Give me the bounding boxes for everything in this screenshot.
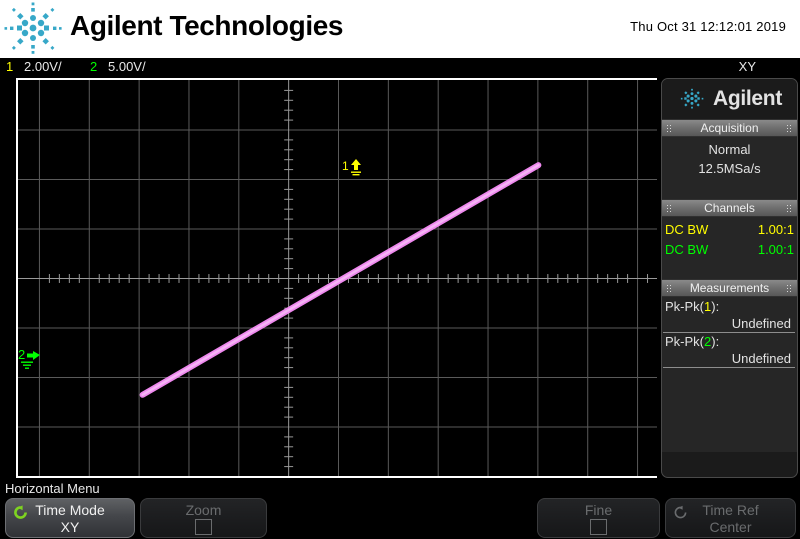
measurements-title: Measurements	[689, 281, 770, 295]
acquisition-title: Acquisition	[700, 121, 759, 135]
channel-row: DC BW 1.00:1	[662, 240, 797, 260]
channels-body: DC BW 1.00:1 DC BW 1.00:1	[662, 217, 797, 279]
grip-dots-icon	[667, 125, 672, 133]
meas-1-prefix: Pk-Pk(	[665, 299, 704, 314]
acquisition-sample-rate: 12.5MSa/s	[698, 161, 761, 176]
grip-dots-icon	[667, 205, 672, 213]
channel-1-number[interactable]: 1	[6, 59, 13, 74]
marker-1-label: 1	[342, 159, 349, 173]
softkey-time-mode-label: Time Mode	[35, 502, 105, 518]
measurement-label: Pk-Pk(1):	[662, 298, 797, 315]
softkey-time-ref[interactable]: Time Ref Center	[665, 498, 796, 538]
channels-section-header[interactable]: Channels	[662, 199, 797, 217]
channel-2-scale[interactable]: 5.00V/	[108, 59, 146, 74]
graticule: 1 2	[16, 78, 657, 478]
channel-2-number[interactable]: 2	[90, 59, 97, 74]
measurement-label: Pk-Pk(2):	[662, 333, 797, 350]
meas-2-prefix: Pk-Pk(	[665, 334, 704, 349]
channel-2-coupling: DC BW	[665, 242, 709, 257]
grid-and-trace	[18, 80, 657, 476]
channels-title: Channels	[704, 201, 755, 215]
status-sidebar: Agilent Acquisition Normal 12.5MSa/s Cha…	[661, 78, 798, 478]
softkey-time-mode[interactable]: Time Mode XY	[5, 498, 135, 538]
measurements-body: Pk-Pk(1): Undefined Pk-Pk(2): Undefined	[662, 297, 797, 452]
acquisition-section-header[interactable]: Acquisition	[662, 119, 797, 137]
channel-status-bar: 1 2.00V/ 2 5.00V/ XY	[0, 58, 800, 76]
xy-mode-indicator: XY	[738, 59, 756, 74]
agilent-starburst-icon	[2, 2, 64, 56]
waveform-display[interactable]: 1 2	[0, 76, 660, 480]
channel-1-ground-marker[interactable]: 1	[342, 158, 370, 180]
meas-2-suffix: ):	[711, 334, 720, 349]
softkey-time-ref-value: Center	[709, 519, 752, 535]
channel-row: DC BW 1.00:1	[662, 220, 797, 240]
menu-title: Horizontal Menu	[5, 481, 100, 496]
brand-title: Agilent Technologies	[70, 10, 344, 41]
datetime-display: Thu Oct 31 12:12:01 2019	[630, 19, 786, 34]
xy-trace-core	[141, 163, 540, 397]
softkey-bar: Time Mode XY Zoom Fine Time Ref Center	[0, 498, 800, 539]
grip-dots-icon	[787, 285, 792, 293]
sidebar-brand: Agilent	[662, 79, 797, 119]
channel-1-probe: 1.00:1	[757, 222, 794, 237]
grip-dots-icon	[667, 285, 672, 293]
softkey-fine-label: Fine	[584, 502, 613, 518]
marker-2-label: 2	[18, 347, 25, 362]
channel-1-scale[interactable]: 2.00V/	[24, 59, 62, 74]
sidebar-brand-text: Agilent	[712, 87, 783, 110]
grip-dots-icon	[787, 205, 792, 213]
measurement-value: Undefined	[663, 315, 795, 333]
softkey-zoom-label: Zoom	[185, 502, 222, 518]
channel-2-probe: 1.00:1	[757, 242, 794, 257]
channel-1-coupling: DC BW	[665, 222, 709, 237]
acquisition-body: Normal 12.5MSa/s	[662, 137, 797, 199]
softkey-fine[interactable]: Fine	[537, 498, 660, 538]
softkey-time-ref-label: Time Ref	[702, 502, 759, 518]
measurement-value: Undefined	[663, 350, 795, 368]
app-header: Agilent Technologies Thu Oct 31 12:12:01…	[0, 0, 800, 58]
acquisition-mode: Normal	[708, 142, 751, 157]
channel-2-ground-marker[interactable]: 2	[18, 346, 42, 374]
meas-1-suffix: ):	[711, 299, 720, 314]
agilent-starburst-icon	[680, 88, 704, 109]
softkey-time-mode-value: XY	[60, 519, 80, 535]
measurements-section-header[interactable]: Measurements	[662, 279, 797, 297]
grip-dots-icon	[787, 125, 792, 133]
checkbox-icon[interactable]	[589, 519, 607, 535]
checkbox-icon[interactable]	[194, 519, 212, 535]
softkey-zoom[interactable]: Zoom	[140, 498, 267, 538]
